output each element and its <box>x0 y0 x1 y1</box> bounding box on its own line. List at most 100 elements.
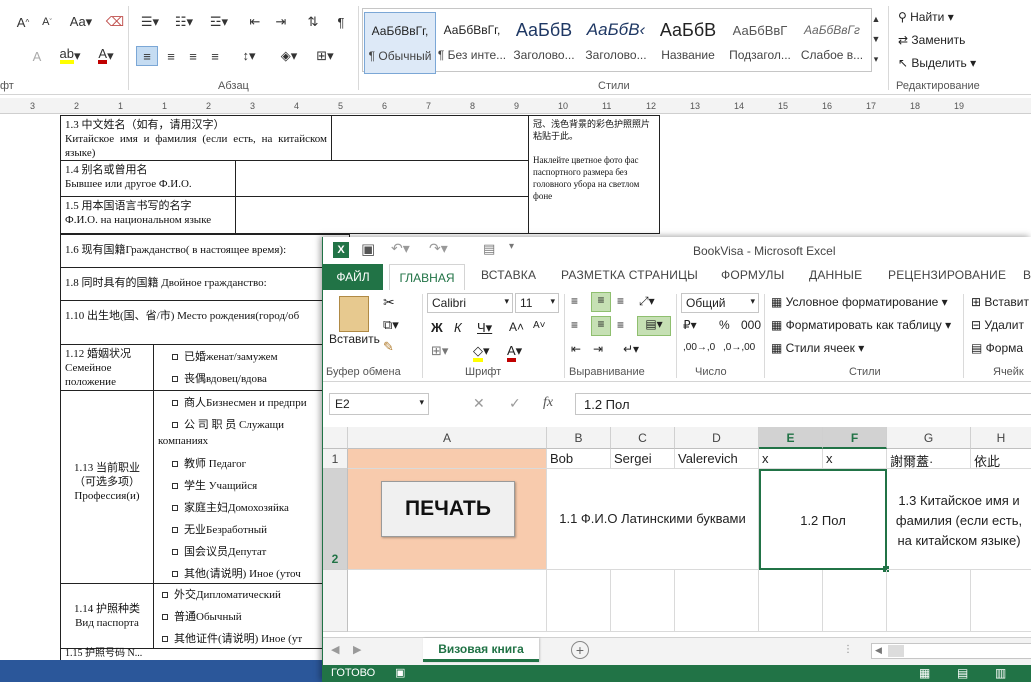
cell-f3[interactable] <box>823 570 887 632</box>
style-title[interactable]: АаБбВ Название <box>652 12 724 74</box>
underline-icon[interactable]: Ч▾ <box>477 320 492 336</box>
horizontal-scrollbar[interactable]: ◀ <box>871 643 1031 659</box>
page-layout-view-icon[interactable]: ▤ <box>957 666 968 680</box>
change-case-button[interactable]: Aa▾ <box>64 12 98 32</box>
gallery-up-icon[interactable]: ▲ <box>869 10 883 28</box>
style-heading2[interactable]: АаБбВ‹ Заголово... <box>580 12 652 74</box>
align-left-icon[interactable]: ≡ <box>571 318 578 332</box>
style-normal[interactable]: АаБбВвГг, ¶ Обычный <box>364 12 436 74</box>
style-subtitle[interactable]: АаБбВвГ Подзагол... <box>724 12 796 74</box>
copy-icon[interactable]: ⧉▾ <box>383 317 399 333</box>
currency-icon[interactable]: ₽▾ <box>683 318 697 332</box>
cell-b1[interactable]: Bob <box>547 449 611 469</box>
cell-c3[interactable] <box>611 570 675 632</box>
font-shrink-icon[interactable]: Aˇ <box>36 12 58 32</box>
cell-f1[interactable]: x <box>823 449 887 469</box>
font-color-icon[interactable]: A▾ <box>507 343 522 362</box>
enter-icon[interactable]: ✓ <box>509 395 521 412</box>
col-header-b[interactable]: B <box>547 427 611 449</box>
paste-button[interactable]: Вставить <box>329 332 380 346</box>
cell-b2[interactable]: 1.1 Ф.И.О Латинскими буквами <box>547 469 759 570</box>
increase-indent-icon[interactable]: ⇥ <box>593 342 603 356</box>
wrap-text-icon[interactable]: ↵▾ <box>623 342 639 356</box>
page-break-view-icon[interactable]: ▥ <box>995 666 1006 680</box>
formula-input[interactable]: 1.2 Пол <box>575 393 1031 415</box>
borders-icon[interactable]: ⊞▾ <box>431 343 448 359</box>
align-center-icon[interactable]: ≡ <box>591 316 611 336</box>
col-header-f[interactable]: F <box>823 427 887 449</box>
qat-customize-icon[interactable]: ▾ <box>509 241 514 252</box>
cell-g3[interactable] <box>887 570 971 632</box>
font-name-select[interactable]: Calibri ▾ <box>427 293 513 313</box>
cell-e1[interactable]: x <box>759 449 823 469</box>
name-box[interactable]: E2 ▾ <box>329 393 429 415</box>
paste-icon[interactable] <box>339 296 369 332</box>
scroll-left-icon[interactable]: ◀ <box>875 645 882 656</box>
font-grow-icon[interactable]: A ^ <box>10 12 36 32</box>
conditional-format-button[interactable]: ▦ Условное форматирование ▾ <box>771 295 948 309</box>
bold-icon[interactable]: Ж <box>431 320 443 335</box>
tab-review[interactable]: РЕЦЕНЗИРОВАНИЕ <box>888 268 1006 282</box>
percent-icon[interactable]: % <box>719 318 730 332</box>
tab-home[interactable]: ГЛАВНАЯ <box>389 264 465 290</box>
col-header-e[interactable]: E <box>759 427 823 449</box>
merge-center-icon[interactable]: ▤▾ <box>637 316 671 336</box>
decrease-indent-icon[interactable]: ⇤ <box>244 12 266 32</box>
add-sheet-icon[interactable]: + <box>571 641 589 659</box>
replace-button[interactable]: ⇄ Заменить <box>898 33 965 47</box>
sheet-prev-icon[interactable]: ◀ <box>331 643 339 656</box>
align-bottom-icon[interactable]: ≡ <box>617 294 624 308</box>
normal-view-icon[interactable]: ▦ <box>919 666 930 680</box>
col-header-d[interactable]: D <box>675 427 759 449</box>
font-color-icon[interactable]: A▾ <box>92 46 120 66</box>
cell-d3[interactable] <box>675 570 759 632</box>
shading-icon[interactable]: ◈▾ <box>274 46 304 66</box>
text-effects-icon[interactable]: A <box>26 46 48 66</box>
bullets-icon[interactable]: ☰▾ <box>136 12 164 32</box>
tab-file[interactable]: ФАЙЛ <box>323 264 383 290</box>
gallery-more-icon[interactable]: ▾ <box>869 50 883 68</box>
tab-view[interactable]: В <box>1023 268 1031 282</box>
line-spacing-icon[interactable]: ↕▾ <box>234 46 264 66</box>
print-button[interactable]: ПЕЧАТЬ <box>381 481 515 537</box>
cell-d1[interactable]: Valerevich <box>675 449 759 469</box>
font-shrink-icon[interactable]: A˅ <box>533 320 546 331</box>
align-center-icon[interactable]: ≡ <box>160 46 182 66</box>
align-middle-icon[interactable]: ≡ <box>591 292 611 312</box>
row-header-1[interactable]: 1 <box>323 449 348 469</box>
undo-icon[interactable]: ↶▾ <box>391 240 410 257</box>
pilcrow-icon[interactable]: ¶ <box>330 12 352 32</box>
macro-record-icon[interactable]: ▣ <box>395 666 405 679</box>
cell-g2[interactable]: 1.3 Китайское имя и фамилия (если есть, … <box>887 469 1031 570</box>
col-header-a[interactable]: A <box>348 427 547 449</box>
gallery-down-icon[interactable]: ▼ <box>869 30 883 48</box>
italic-icon[interactable]: К <box>454 320 462 335</box>
row-header-3[interactable] <box>323 570 348 632</box>
cell-styles-button[interactable]: ▦ Стили ячеек ▾ <box>771 341 864 355</box>
highlight-icon[interactable]: ab ▾ <box>56 46 84 66</box>
font-grow-icon[interactable]: A˄ <box>509 320 524 334</box>
align-left-icon[interactable]: ≡ <box>136 46 158 66</box>
select-all-corner[interactable] <box>323 427 348 449</box>
tab-insert[interactable]: ВСТАВКА <box>481 268 536 282</box>
function-icon[interactable]: fx <box>543 395 553 411</box>
cancel-icon[interactable]: ✕ <box>473 395 485 412</box>
cell-a3[interactable] <box>348 570 547 632</box>
cell-g1[interactable]: 謝爾蓋· <box>887 449 971 469</box>
redo-icon[interactable]: ↷▾ <box>429 240 448 257</box>
number-format-select[interactable]: Общий ▾ <box>681 293 759 313</box>
borders-icon[interactable]: ⊞▾ <box>310 46 340 66</box>
select-button[interactable]: ↖ Выделить ▾ <box>898 56 976 70</box>
format-cells-button[interactable]: ▤ Форма <box>971 341 1023 355</box>
align-right-icon[interactable]: ≡ <box>182 46 204 66</box>
align-top-icon[interactable]: ≡ <box>571 294 578 308</box>
tab-page-layout[interactable]: РАЗМЕТКА СТРАНИЦЫ <box>561 268 698 282</box>
cell-h1[interactable]: 依此 <box>971 449 1031 469</box>
decrease-decimal-icon[interactable]: ,0→,00 <box>723 342 755 353</box>
scroll-thumb[interactable] <box>888 645 904 657</box>
align-right-icon[interactable]: ≡ <box>617 318 624 332</box>
row-header-2[interactable]: 2 <box>323 469 348 570</box>
format-painter-icon[interactable]: ✎ <box>383 339 394 355</box>
font-size-select[interactable]: 11 ▾ <box>515 293 559 313</box>
increase-decimal-icon[interactable]: ,00→,0 <box>683 342 715 353</box>
